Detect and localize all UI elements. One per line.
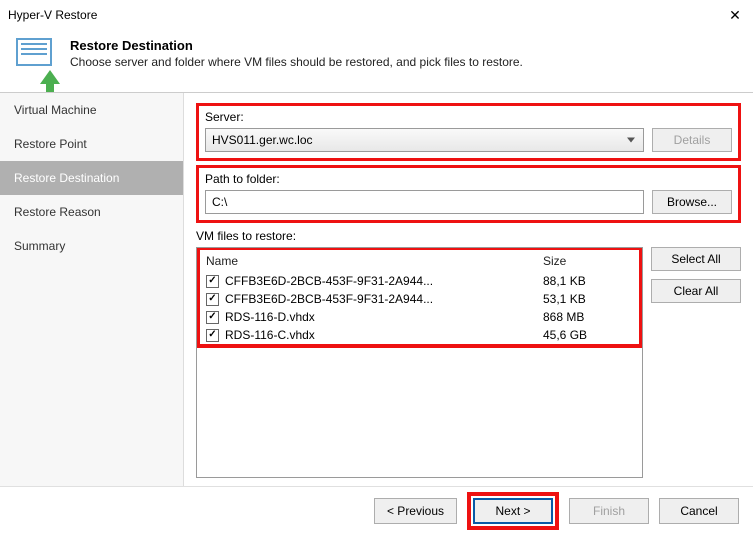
- page-subtitle: Choose server and folder where VM files …: [70, 55, 523, 69]
- list-item[interactable]: RDS-116-D.vhdx 868 MB: [200, 308, 639, 326]
- sidebar-item-restore-reason[interactable]: Restore Reason: [0, 195, 183, 229]
- window-title: Hyper-V Restore: [8, 8, 725, 22]
- file-name: CFFB3E6D-2BCB-453F-9F31-2A944...: [225, 292, 543, 306]
- file-size: 88,1 KB: [543, 274, 633, 288]
- file-size: 868 MB: [543, 310, 633, 324]
- body: Virtual Machine Restore Point Restore De…: [0, 93, 753, 486]
- list-header: Name Size: [200, 250, 639, 272]
- server-value: HVS011.ger.wc.loc: [212, 133, 313, 147]
- list-item[interactable]: RDS-116-C.vhdx 45,6 GB: [200, 326, 639, 344]
- restore-icon: [16, 38, 58, 80]
- content: Server: HVS011.ger.wc.loc Details Path t…: [184, 93, 753, 486]
- server-section: Server: HVS011.ger.wc.loc Details: [196, 103, 741, 161]
- checkbox-icon[interactable]: [206, 275, 219, 288]
- page-title: Restore Destination: [70, 38, 523, 53]
- list-item[interactable]: CFFB3E6D-2BCB-453F-9F31-2A944... 88,1 KB: [200, 272, 639, 290]
- file-size: 53,1 KB: [543, 292, 633, 306]
- file-name: RDS-116-D.vhdx: [225, 310, 543, 324]
- details-button[interactable]: Details: [652, 128, 732, 152]
- server-dropdown[interactable]: HVS011.ger.wc.loc: [205, 128, 644, 152]
- col-size: Size: [543, 254, 633, 268]
- path-input[interactable]: [205, 190, 644, 214]
- files-list: Name Size CFFB3E6D-2BCB-453F-9F31-2A944.…: [196, 247, 643, 478]
- checkbox-icon[interactable]: [206, 311, 219, 324]
- next-highlight: Next >: [467, 492, 559, 530]
- window: Hyper-V Restore ✕ Restore Destination Ch…: [0, 0, 753, 534]
- select-all-button[interactable]: Select All: [651, 247, 741, 271]
- footer: < Previous Next > Finish Cancel: [0, 486, 753, 534]
- titlebar: Hyper-V Restore ✕: [0, 0, 753, 30]
- files-label: VM files to restore:: [196, 229, 643, 243]
- file-size: 45,6 GB: [543, 328, 633, 342]
- path-section: Path to folder: Browse...: [196, 165, 741, 223]
- sidebar-item-restore-destination[interactable]: Restore Destination: [0, 161, 183, 195]
- cancel-button[interactable]: Cancel: [659, 498, 739, 524]
- path-label: Path to folder:: [205, 172, 732, 186]
- file-name: CFFB3E6D-2BCB-453F-9F31-2A944...: [225, 274, 543, 288]
- sidebar-item-summary[interactable]: Summary: [0, 229, 183, 263]
- checkbox-icon[interactable]: [206, 293, 219, 306]
- col-name: Name: [206, 254, 543, 268]
- browse-button[interactable]: Browse...: [652, 190, 732, 214]
- next-button[interactable]: Next >: [473, 498, 553, 524]
- sidebar-item-restore-point[interactable]: Restore Point: [0, 127, 183, 161]
- sidebar: Virtual Machine Restore Point Restore De…: [0, 93, 184, 486]
- close-button[interactable]: ✕: [725, 7, 745, 24]
- files-section: VM files to restore: Name Size CFFB3E6D-…: [196, 229, 741, 478]
- header: Restore Destination Choose server and fo…: [0, 30, 753, 93]
- checkbox-icon[interactable]: [206, 329, 219, 342]
- server-label: Server:: [205, 110, 732, 124]
- header-text: Restore Destination Choose server and fo…: [70, 38, 523, 69]
- finish-button[interactable]: Finish: [569, 498, 649, 524]
- list-item[interactable]: CFFB3E6D-2BCB-453F-9F31-2A944... 53,1 KB: [200, 290, 639, 308]
- file-name: RDS-116-C.vhdx: [225, 328, 543, 342]
- clear-all-button[interactable]: Clear All: [651, 279, 741, 303]
- previous-button[interactable]: < Previous: [374, 498, 457, 524]
- sidebar-item-virtual-machine[interactable]: Virtual Machine: [0, 93, 183, 127]
